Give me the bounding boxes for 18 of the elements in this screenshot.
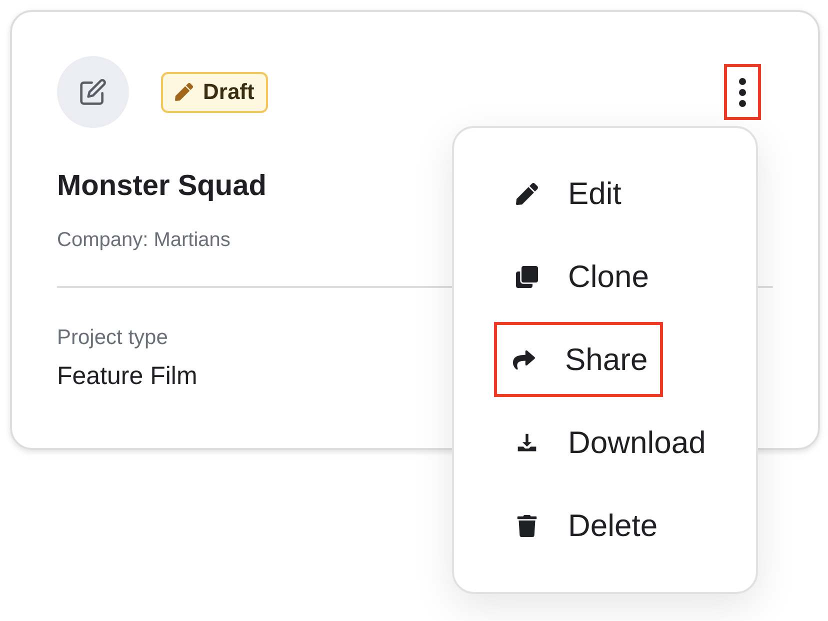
field-value: Feature Film [57,362,198,391]
more-button[interactable] [724,64,761,120]
download-icon [516,432,538,454]
status-badge: Draft [161,72,268,112]
menu-item[interactable]: Edit [494,156,636,231]
menu-item[interactable]: Download [494,405,721,480]
company-text: Company: Martians [57,229,230,252]
menu-item[interactable]: Share [494,322,663,397]
project-title: Monster Squad [57,170,266,203]
pencil-icon [175,83,193,101]
share-icon [513,348,535,370]
edit-icon [79,78,107,106]
field-label: Project type [57,326,168,350]
clone-icon [516,266,538,288]
menu-item[interactable]: Clone [494,239,664,314]
pencil-icon [516,182,538,204]
menu-item[interactable]: Delete [494,488,673,563]
trash-icon [516,514,538,536]
